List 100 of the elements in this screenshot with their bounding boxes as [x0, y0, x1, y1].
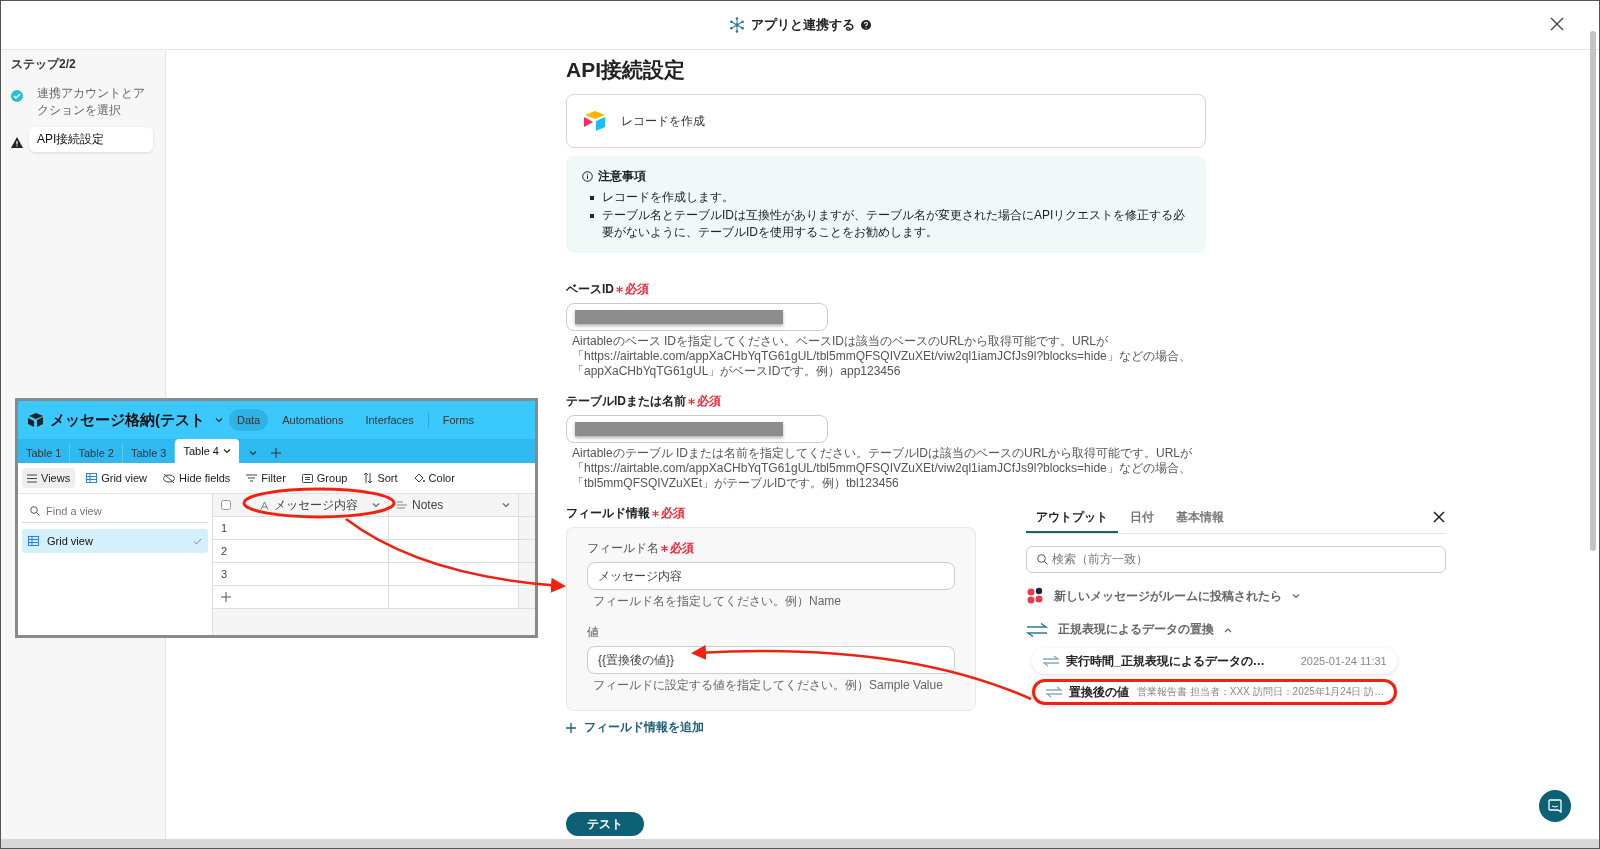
output-group[interactable]: 新しいメッセージがルームに投稿されたら — [1026, 587, 1446, 605]
dialog-title: アプリと連携する — [751, 16, 855, 34]
step-counter: ステップ2/2 — [11, 56, 77, 73]
action-name: レコードを作成 — [621, 112, 705, 130]
cube-logo-icon — [28, 413, 44, 427]
filter-icon — [246, 474, 258, 482]
nav-tab[interactable]: Automations — [274, 409, 352, 431]
network-icon — [729, 17, 745, 33]
toolbar-button[interactable]: Views — [22, 468, 76, 488]
search-field[interactable]: Find a view — [22, 500, 208, 523]
close-button[interactable] — [1432, 511, 1446, 525]
notice-title: 注意事項 — [598, 168, 646, 185]
help-text: Airtableのベース IDを指定してください。ベースIDは該当のベースのURLから取得可能です。URLが「https://airtable.com/appXaCHbYqTG61gUL/tbl5mmQFSQIVZuXEt/viw2ql1iamJCfJs9l?blocks=hide」などの場合、「appXaCHbYqTG61gUL」がベースIDです。例）app123456 — [571, 334, 1192, 379]
chevron-down-icon — [502, 501, 510, 509]
plus-icon[interactable] — [221, 592, 231, 602]
search-icon — [1037, 554, 1048, 565]
table-tab[interactable]: Table 2 — [70, 443, 123, 463]
info-icon — [582, 171, 593, 182]
row-number: 2 — [213, 540, 389, 563]
grid-icon — [86, 473, 98, 483]
toolbar-button[interactable]: Color — [408, 468, 460, 488]
page-title: API接続設定 — [566, 57, 686, 83]
asterisk-icon — [652, 510, 659, 517]
required-tag: 必須 — [670, 540, 694, 557]
asterisk-icon — [616, 286, 623, 293]
field-label: テーブルIDまたは名前 — [566, 393, 686, 410]
bullet-icon — [590, 196, 594, 200]
swap-arrows-icon — [1026, 622, 1048, 637]
dots-logo-icon — [1026, 587, 1044, 605]
nav-tab[interactable]: Interfaces — [357, 409, 422, 431]
required-tag: 必須 — [661, 505, 685, 522]
required-tag: 必須 — [625, 281, 649, 298]
table-tab[interactable]: Table 4 — [175, 439, 239, 463]
panel-tab[interactable]: アウトプット — [1026, 503, 1118, 533]
panel-tab[interactable]: 日付 — [1120, 503, 1164, 533]
output-item[interactable]: 実行時間_正規表現によるデータの… 2025-01-24 11:31 — [1032, 648, 1397, 674]
field-label: ベースID — [566, 281, 614, 298]
toolbar-button[interactable]: Sort — [358, 468, 403, 488]
plus-icon — [566, 722, 576, 733]
check-icon — [193, 537, 202, 545]
test-button[interactable]: テスト — [566, 812, 644, 836]
field-label: フィールド名 — [587, 540, 659, 557]
sort-icon — [363, 473, 374, 483]
help-text: Airtableのテーブル IDまたは名前を指定してください。テーブルIDは該当のベースのURLから取得可能です。URLが「https://airtable.com/appXaCHbYqTG61gUL/tbl5mmQFSQIVZuXEt/viw2ql1iamJCfJs9l?blocks=hide」などの場合、「tbl5mmQFSQIVZuXEt」がテーブルIDです。例）tbl123456 — [571, 446, 1194, 491]
grid-icon — [28, 536, 39, 546]
scrollbar[interactable] — [1, 839, 1599, 848]
input-field[interactable] — [566, 303, 828, 331]
required-tag: 必須 — [697, 393, 721, 410]
base-name: メッセージ格納(テスト — [50, 410, 205, 430]
column-header[interactable]: Notes — [389, 494, 519, 517]
field-label: フィールド情報 — [566, 505, 650, 522]
search-field[interactable]: 検索（前方一致） — [1026, 546, 1446, 573]
chat-button[interactable] — [1539, 790, 1571, 822]
text-type-icon — [260, 500, 269, 510]
notice-item: テーブル名とテーブルIDは互換性がありますが、テーブル名が変更された場合にAPIリクエストを修正する必要がないように、テーブルIDを使用することをお勧めします。 — [602, 207, 1187, 241]
bullet-icon — [590, 214, 594, 218]
swap-arrows-icon — [1045, 686, 1063, 698]
help-icon[interactable] — [861, 20, 871, 30]
text-lines-icon — [397, 501, 407, 509]
chevron-down-icon — [1292, 592, 1300, 600]
input-field[interactable] — [566, 415, 828, 443]
add-field-link[interactable]: フィールド情報を追加 — [566, 719, 704, 736]
toolbar-button[interactable]: Group — [296, 468, 353, 488]
step-item[interactable]: 連携アカウントとアクションを選択 — [29, 85, 153, 119]
asterisk-icon — [688, 398, 695, 405]
nav-tab[interactable]: Forms — [434, 409, 482, 431]
group-icon — [301, 473, 313, 483]
input-field[interactable]: {{置換後の値}} — [587, 646, 955, 674]
scrollbar[interactable] — [1590, 31, 1596, 551]
notice-item: レコードを作成します。 — [602, 189, 734, 206]
help-text: フィールド名を指定してください。例）Name — [592, 593, 842, 610]
toolbar-button[interactable]: Hide fields — [158, 468, 236, 488]
chat-icon — [1548, 799, 1562, 813]
chevron-down-icon — [372, 501, 380, 509]
nav-tab[interactable]: Data — [229, 409, 269, 431]
help-text: フィールドに設定する値を指定してください。例）Sample Value — [592, 677, 944, 694]
field-label: 値 — [587, 624, 599, 641]
view-item[interactable]: Grid view — [22, 529, 208, 553]
panel-tab[interactable]: 基本情報 — [1166, 503, 1234, 533]
search-icon — [30, 506, 40, 516]
toolbar-button[interactable]: Filter — [241, 468, 291, 488]
chevron-down-icon — [215, 416, 223, 424]
toolbar-button[interactable]: Grid view — [81, 468, 152, 488]
table-tab[interactable]: Table 1 — [18, 443, 71, 463]
eye-slash-icon — [163, 473, 175, 483]
chevron-down-icon — [248, 449, 257, 457]
chevron-down-icon — [222, 447, 231, 455]
menu-icon — [27, 473, 37, 483]
output-item[interactable]: 置換後の値 営業報告書 担当者：XXX 訪問日：2025年1月24日 訪… — [1032, 679, 1398, 705]
paint-bucket-icon — [413, 473, 425, 483]
cube-logo-icon — [583, 111, 607, 131]
checkbox-icon[interactable] — [221, 500, 231, 510]
step-item[interactable]: API接続設定 — [29, 127, 153, 152]
asterisk-icon — [661, 545, 668, 552]
row-number: 1 — [213, 517, 389, 540]
output-group[interactable]: 正規表現によるデータの置換 — [1026, 621, 1446, 638]
plus-icon[interactable] — [270, 448, 281, 458]
row-number: 3 — [213, 563, 389, 586]
swap-arrows-icon — [1042, 655, 1060, 667]
input-field[interactable]: メッセージ内容 — [587, 562, 955, 590]
